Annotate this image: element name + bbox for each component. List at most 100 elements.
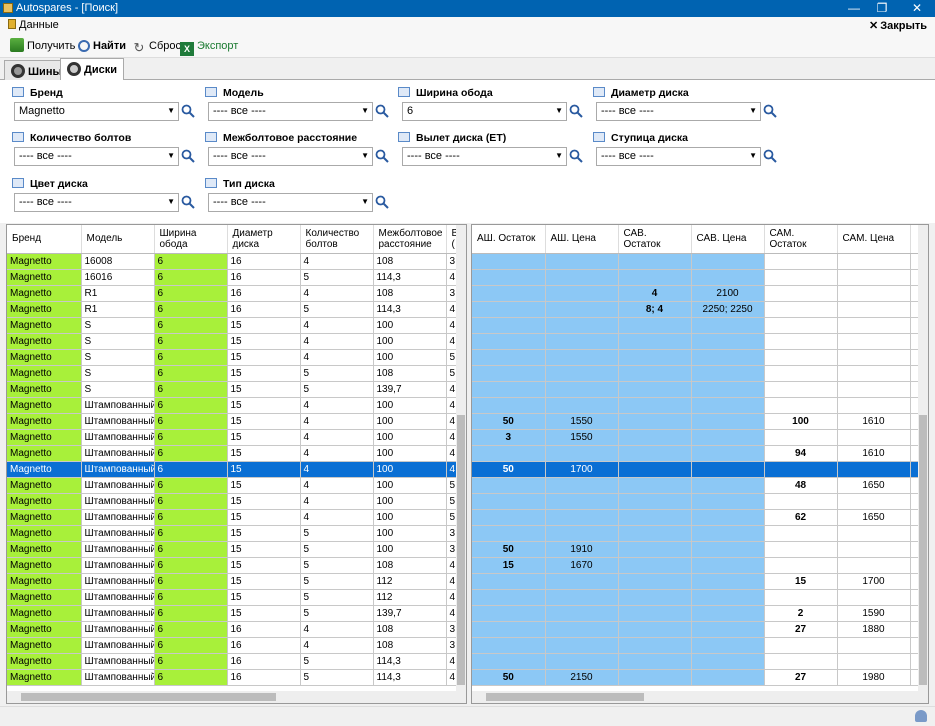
diameter-search-icon[interactable]	[763, 104, 777, 118]
table-row[interactable]: 3 1550	[472, 429, 928, 446]
table-row[interactable]	[472, 269, 928, 286]
table-row[interactable]: Magnetto Штампованный 6 15 5 112 4	[7, 573, 466, 590]
close-button[interactable]: ✕ Закрыть	[869, 19, 927, 32]
right-header-5[interactable]: САМ. Цена	[837, 225, 911, 254]
table-row[interactable]: Magnetto S 6 15 5 108 5	[7, 365, 466, 382]
table-row[interactable]: 27 1880	[472, 621, 928, 638]
left-header-3[interactable]: Диаметр диска	[227, 225, 301, 254]
table-row[interactable]	[472, 637, 928, 654]
table-row[interactable]: Magnetto S 6 15 4 100 4	[7, 317, 466, 334]
table-row[interactable]: Magnetto Штампованный 6 15 5 100 3	[7, 525, 466, 542]
export-button[interactable]: X Экспорт	[180, 38, 238, 56]
table-row[interactable]	[472, 525, 928, 542]
table-row[interactable]: Magnetto Штампованный 6 16 5 114,3 4	[7, 669, 466, 686]
table-row[interactable]: 48 1650	[472, 477, 928, 494]
table-row[interactable]: Magnetto Штампованный 6 15 4 100 4	[7, 397, 466, 414]
filter-hub-checkbox[interactable]	[593, 132, 605, 142]
find-button[interactable]: Найти	[78, 38, 126, 54]
rim-width-select[interactable]: 6 ▼	[402, 102, 567, 121]
table-row[interactable]: Magnetto Штампованный 6 15 4 100 4	[7, 445, 466, 462]
brand-select[interactable]: Magnetto ▼	[14, 102, 179, 121]
color-select[interactable]: ---- все ---- ▼	[14, 193, 179, 212]
left-header-0[interactable]: Бренд	[7, 225, 82, 254]
filter-brand-checkbox[interactable]	[12, 87, 24, 97]
right-header-4[interactable]: САМ. Остаток	[764, 225, 838, 254]
left-header-4[interactable]: Количество болтов	[300, 225, 374, 254]
table-row[interactable]	[472, 493, 928, 510]
right-grid[interactable]: АШ. Остаток АШ. Цена САВ. Остаток САВ. Цена…	[471, 224, 929, 704]
table-row[interactable]: Magnetto 16008 6 16 4 108 3	[7, 253, 466, 270]
filter-model-checkbox[interactable]	[205, 87, 217, 97]
table-row[interactable]: 2 1590	[472, 605, 928, 622]
filter-et-checkbox[interactable]	[398, 132, 410, 142]
table-row[interactable]: Magnetto Штампованный 6 15 5 108 4	[7, 557, 466, 574]
et-select[interactable]: ---- все ---- ▼	[402, 147, 567, 166]
left-header-2[interactable]: Ширина обода	[154, 225, 228, 254]
table-row[interactable]: Magnetto S 6 15 4 100 4	[7, 333, 466, 350]
type-select[interactable]: ---- все ---- ▼	[208, 193, 373, 212]
left-horizontal-scrollbar[interactable]	[7, 691, 466, 703]
filter-color-checkbox[interactable]	[12, 178, 24, 188]
filter-hub-label[interactable]: Ступица диска	[593, 132, 688, 144]
model-select[interactable]: ---- все ---- ▼	[208, 102, 373, 121]
table-row[interactable]: Magnetto S 6 15 4 100 5	[7, 349, 466, 366]
left-grid[interactable]: Бренд Модель Ширина обода Диаметр диска Коли…	[6, 224, 467, 704]
table-row[interactable]	[472, 589, 928, 606]
left-vscroll-thumb[interactable]	[457, 415, 465, 685]
filter-brand-label[interactable]: Бренд	[12, 87, 63, 99]
table-row[interactable]: 94 1610	[472, 445, 928, 462]
table-row[interactable]: Magnetto Штампованный 6 15 5 100 3	[7, 541, 466, 558]
table-row[interactable]	[472, 317, 928, 334]
table-row[interactable]: Magnetto Штампованный 6 16 4 108 3	[7, 621, 466, 638]
pcd-search-icon[interactable]	[375, 149, 389, 163]
right-vscroll-thumb[interactable]	[919, 415, 927, 685]
table-row[interactable]	[472, 365, 928, 382]
table-row[interactable]: Magnetto Штампованный 6 15 4 100 4	[7, 461, 466, 478]
table-row[interactable]	[472, 349, 928, 366]
type-search-icon[interactable]	[375, 195, 389, 209]
reset-button[interactable]: ↻ Сброс	[132, 38, 181, 55]
filter-bolts-label[interactable]: Количество болтов	[12, 132, 131, 144]
table-row[interactable]: 50 1550 100 1610	[472, 413, 928, 430]
table-row[interactable]	[472, 397, 928, 414]
hub-select[interactable]: ---- все ---- ▼	[596, 147, 761, 166]
tab-disks[interactable]: Диски	[60, 58, 124, 80]
left-header-5[interactable]: Межболтовое расстояние	[373, 225, 447, 254]
filter-color-label[interactable]: Цвет диска	[12, 178, 88, 190]
table-row[interactable]: 50 2150 27 1980	[472, 669, 928, 686]
rim-width-search-icon[interactable]	[569, 104, 583, 118]
right-header-2[interactable]: САВ. Остаток	[618, 225, 692, 254]
table-row[interactable]: 15 1670	[472, 557, 928, 574]
brand-search-icon[interactable]	[181, 104, 195, 118]
table-row[interactable]: Magnetto Штампованный 6 15 4 100 5	[7, 477, 466, 494]
left-hscroll-thumb[interactable]	[21, 693, 276, 701]
filter-pcd-label[interactable]: Межболтовое расстояние	[205, 132, 357, 144]
bolts-select[interactable]: ---- все ---- ▼	[14, 147, 179, 166]
right-header-3[interactable]: САВ. Цена	[691, 225, 765, 254]
filter-et-label[interactable]: Вылет диска (ET)	[398, 132, 506, 144]
filter-diameter-checkbox[interactable]	[593, 87, 605, 97]
table-row[interactable]: 50 1700	[472, 461, 928, 478]
table-row[interactable]: Magnetto Штампованный 6 15 4 100 4	[7, 429, 466, 446]
table-row[interactable]: 62 1650	[472, 509, 928, 526]
table-row[interactable]: Magnetto Штампованный 6 16 5 114,3 4	[7, 653, 466, 670]
table-row[interactable]: Magnetto R1 6 16 4 108 3	[7, 285, 466, 302]
table-row[interactable]: Magnetto Штампованный 6 15 4 100 5	[7, 493, 466, 510]
right-header-0[interactable]: АШ. Остаток	[472, 225, 546, 254]
right-vertical-scrollbar[interactable]	[918, 225, 928, 691]
diameter-select[interactable]: ---- все ---- ▼	[596, 102, 761, 121]
table-row[interactable]: Magnetto Штампованный 6 16 4 108 3	[7, 637, 466, 654]
table-row[interactable]	[472, 381, 928, 398]
left-header-1[interactable]: Модель	[81, 225, 155, 254]
table-row[interactable]: Magnetto Штампованный 6 15 5 112 4	[7, 589, 466, 606]
table-row[interactable]: Magnetto Штампованный 6 15 4 100 4	[7, 413, 466, 430]
right-horizontal-scrollbar[interactable]	[472, 691, 928, 703]
hub-search-icon[interactable]	[763, 149, 777, 163]
right-hscroll-thumb[interactable]	[486, 693, 644, 701]
et-search-icon[interactable]	[569, 149, 583, 163]
close-window-icon[interactable]: ✕	[903, 0, 931, 17]
minimize-icon[interactable]: —	[840, 0, 868, 17]
table-row[interactable]: 8; 4 2250; 2250	[472, 301, 928, 318]
filter-model-label[interactable]: Модель	[205, 87, 264, 99]
filter-pcd-checkbox[interactable]	[205, 132, 217, 142]
